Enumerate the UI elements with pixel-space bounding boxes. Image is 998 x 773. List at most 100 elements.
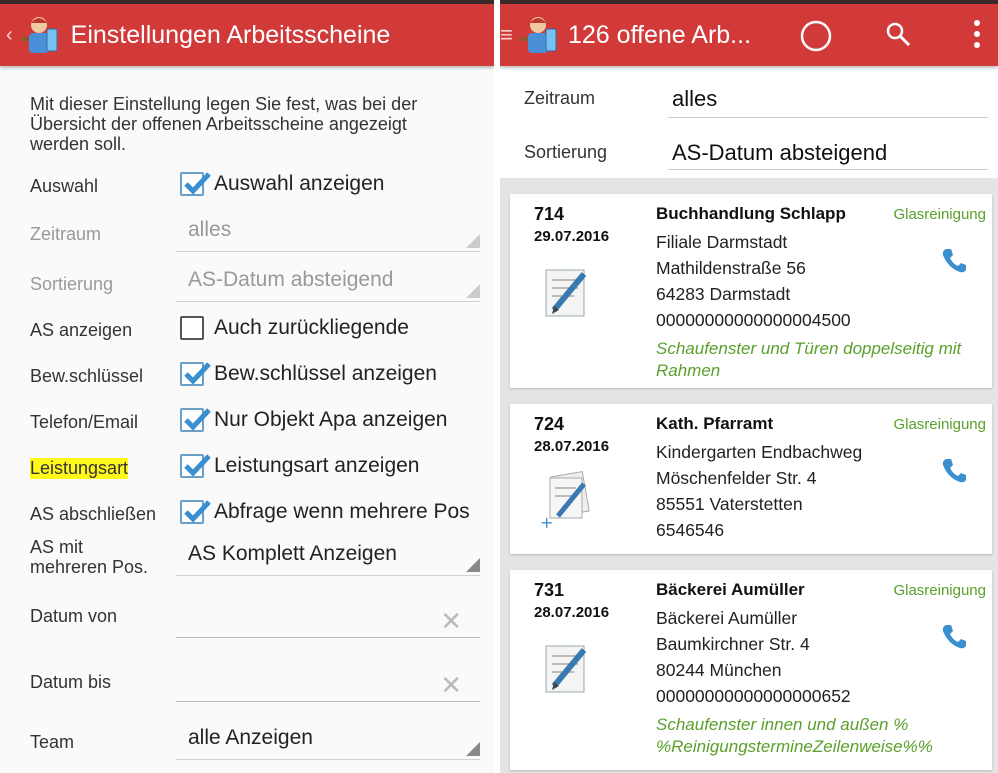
customer-name: Buchhandlung Schlapp: [656, 204, 846, 223]
row-label: Auswahl: [30, 176, 99, 196]
back-caret-icon[interactable]: ‹: [6, 24, 13, 47]
order-date: 28.07.2016: [534, 438, 610, 455]
filter-value: alles: [672, 86, 718, 111]
worker-app-icon[interactable]: [516, 13, 560, 57]
zeitraum-spinner: alles: [176, 216, 480, 252]
row-label: Datum von: [30, 606, 118, 626]
address-block: Kindergarten Endbachweg Möschenfelder St…: [656, 439, 862, 543]
datum-bis-field[interactable]: ✕: [176, 668, 480, 702]
order-date: 28.07.2016: [534, 604, 610, 621]
order-number: 714: [534, 204, 565, 224]
row-team: Team alle Anzeigen: [30, 722, 480, 762]
address-block: Filiale Darmstadt Mathildenstraße 56 642…: [656, 229, 851, 333]
row-leistungsart: Leistungsart Leistungsart anzeigen: [30, 452, 480, 492]
abfrage-mehrere-pos-checkbox[interactable]: Abfrage wenn mehrere Pos: [180, 500, 470, 524]
work-orders-screen: ≡ 126 offene Arb... Zeitraum alles Sorti…: [500, 0, 998, 773]
address-block: Bäckerei Aumüller Baumkirchner Str. 4 80…: [656, 605, 851, 709]
address-line: Bäckerei Aumüller: [656, 608, 798, 628]
dropdown-triangle-icon: [466, 234, 480, 248]
search-icon[interactable]: [884, 20, 914, 50]
clear-x-icon[interactable]: ✕: [440, 606, 462, 637]
row-zeitraum: Zeitraum alles: [30, 216, 480, 256]
order-note: Schaufenster und Türen doppelseitig mit …: [656, 339, 962, 380]
customer-name: Kath. Pfarramt: [656, 414, 774, 433]
checkmark-icon: [180, 454, 211, 478]
phone-number: 6546546: [656, 520, 725, 540]
order-number: 731: [534, 580, 565, 600]
auch-zurueckliegende-checkbox[interactable]: Auch zurückliegende: [180, 316, 409, 340]
checkmark-icon: [180, 362, 211, 386]
phone-icon[interactable]: [940, 246, 968, 274]
order-number: 724: [534, 414, 565, 434]
work-order-card[interactable]: 724 28.07.2016 + Kath. Pfarramt Glasrein…: [510, 404, 992, 554]
nur-objekt-apa-checkbox[interactable]: Nur Objekt Apa anzeigen: [180, 408, 447, 432]
sortierung-spinner: AS-Datum absteigend: [176, 266, 480, 302]
row-sortierung: Sortierung AS-Datum absteigend: [30, 266, 480, 306]
settings-screen: ‹ Einstellungen Arbeitsscheine Mit diese…: [0, 0, 494, 773]
leistungsart-checkbox[interactable]: Leistungsart anzeigen: [180, 454, 419, 478]
service-type: Glasreinigung: [893, 206, 986, 223]
address-line: Baumkirchner Str. 4: [656, 634, 810, 654]
work-order-card[interactable]: 714 29.07.2016 Buchhandlung Schlapp Glas…: [510, 194, 992, 388]
address-line: 80244 München: [656, 660, 782, 680]
checkbox-text: Auswahl anzeigen: [214, 172, 385, 195]
filter-underline: [668, 169, 988, 170]
spinner-value: alles: [188, 218, 232, 241]
phone-number: 00000000000000000652: [656, 686, 851, 706]
settings-app-bar: ‹ Einstellungen Arbeitsscheine: [0, 4, 494, 66]
spinner-value: AS Komplett Anzeigen: [188, 542, 397, 565]
address-line: 85551 Vaterstetten: [656, 494, 803, 514]
row-label: Telefon/Email: [30, 412, 139, 432]
team-spinner[interactable]: alle Anzeigen: [176, 724, 480, 760]
worker-app-icon[interactable]: [17, 13, 61, 57]
filter-sortierung[interactable]: Sortierung AS-Datum absteigend: [500, 126, 998, 176]
drawer-icon[interactable]: ≡: [500, 22, 513, 48]
row-datum-bis: Datum bis ✕: [30, 666, 480, 706]
work-order-card[interactable]: 731 28.07.2016 Bäckerei Aumüller Glasrei…: [510, 570, 992, 770]
phone-icon[interactable]: [940, 456, 968, 484]
filter-underline: [668, 117, 988, 118]
service-type: Glasreinigung: [893, 582, 986, 599]
address-line: 64283 Darmstadt: [656, 284, 791, 304]
row-telefon-email: Telefon/Email Nur Objekt Apa anzeigen: [30, 406, 480, 446]
filter-zeitraum[interactable]: Zeitraum alles: [500, 74, 998, 124]
checkbox-text: Auch zurückliegende: [214, 316, 409, 339]
row-label: AS anzeigen: [30, 320, 133, 340]
sync-circle-icon[interactable]: [798, 18, 834, 54]
checkbox-text: Abfrage wenn mehrere Pos: [214, 500, 470, 523]
phone-number: 00000000000000004500: [656, 310, 851, 330]
dropdown-triangle-icon: [466, 742, 480, 756]
row-as-mit-mehreren-pos: AS mit mehreren Pos. AS Komplett Anzeige…: [30, 538, 480, 584]
row-datum-von: Datum von ✕: [30, 600, 480, 640]
address-line: Möschenfelder Str. 4: [656, 468, 817, 488]
phone-icon[interactable]: [940, 622, 968, 650]
dropdown-triangle-icon: [466, 558, 480, 572]
address-line: Kindergarten Endbachweg: [656, 442, 863, 462]
list-title: 126 offene Arb...: [568, 20, 752, 49]
row-bewschluessel: Bew.schlüssel Bew.schlüssel anzeigen: [30, 360, 480, 400]
service-type: Glasreinigung: [893, 416, 986, 433]
checkmark-icon: [180, 408, 211, 432]
svg-text:+: +: [540, 513, 553, 530]
row-label-highlighted: Leistungsart: [30, 458, 129, 479]
row-label: Datum bis: [30, 672, 112, 692]
row-label: Sortierung: [30, 274, 114, 294]
datum-von-field[interactable]: ✕: [176, 604, 480, 638]
row-label-line1: AS mit: [30, 537, 84, 557]
checkmark-icon: [180, 500, 211, 524]
clear-x-icon[interactable]: ✕: [440, 670, 462, 701]
checkbox-box: [180, 316, 204, 340]
spinner-value: AS-Datum absteigend: [188, 268, 394, 291]
document-edit-icon: [545, 269, 587, 317]
address-line: Filiale Darmstadt: [656, 232, 788, 252]
row-label: Team: [30, 732, 75, 752]
overflow-menu-icon[interactable]: [970, 16, 984, 52]
bewschluessel-checkbox[interactable]: Bew.schlüssel anzeigen: [180, 362, 437, 386]
row-as-anzeigen: AS anzeigen Auch zurückliegende: [30, 314, 480, 354]
row-as-abschliessen: AS abschließen Abfrage wenn mehrere Pos: [30, 498, 480, 538]
filter-label: Zeitraum: [524, 88, 596, 108]
row-label: AS abschließen: [30, 504, 157, 524]
as-komplett-spinner[interactable]: AS Komplett Anzeigen: [176, 540, 480, 576]
auswahl-checkbox[interactable]: Auswahl anzeigen: [180, 172, 384, 196]
spinner-value: alle Anzeigen: [188, 726, 313, 749]
